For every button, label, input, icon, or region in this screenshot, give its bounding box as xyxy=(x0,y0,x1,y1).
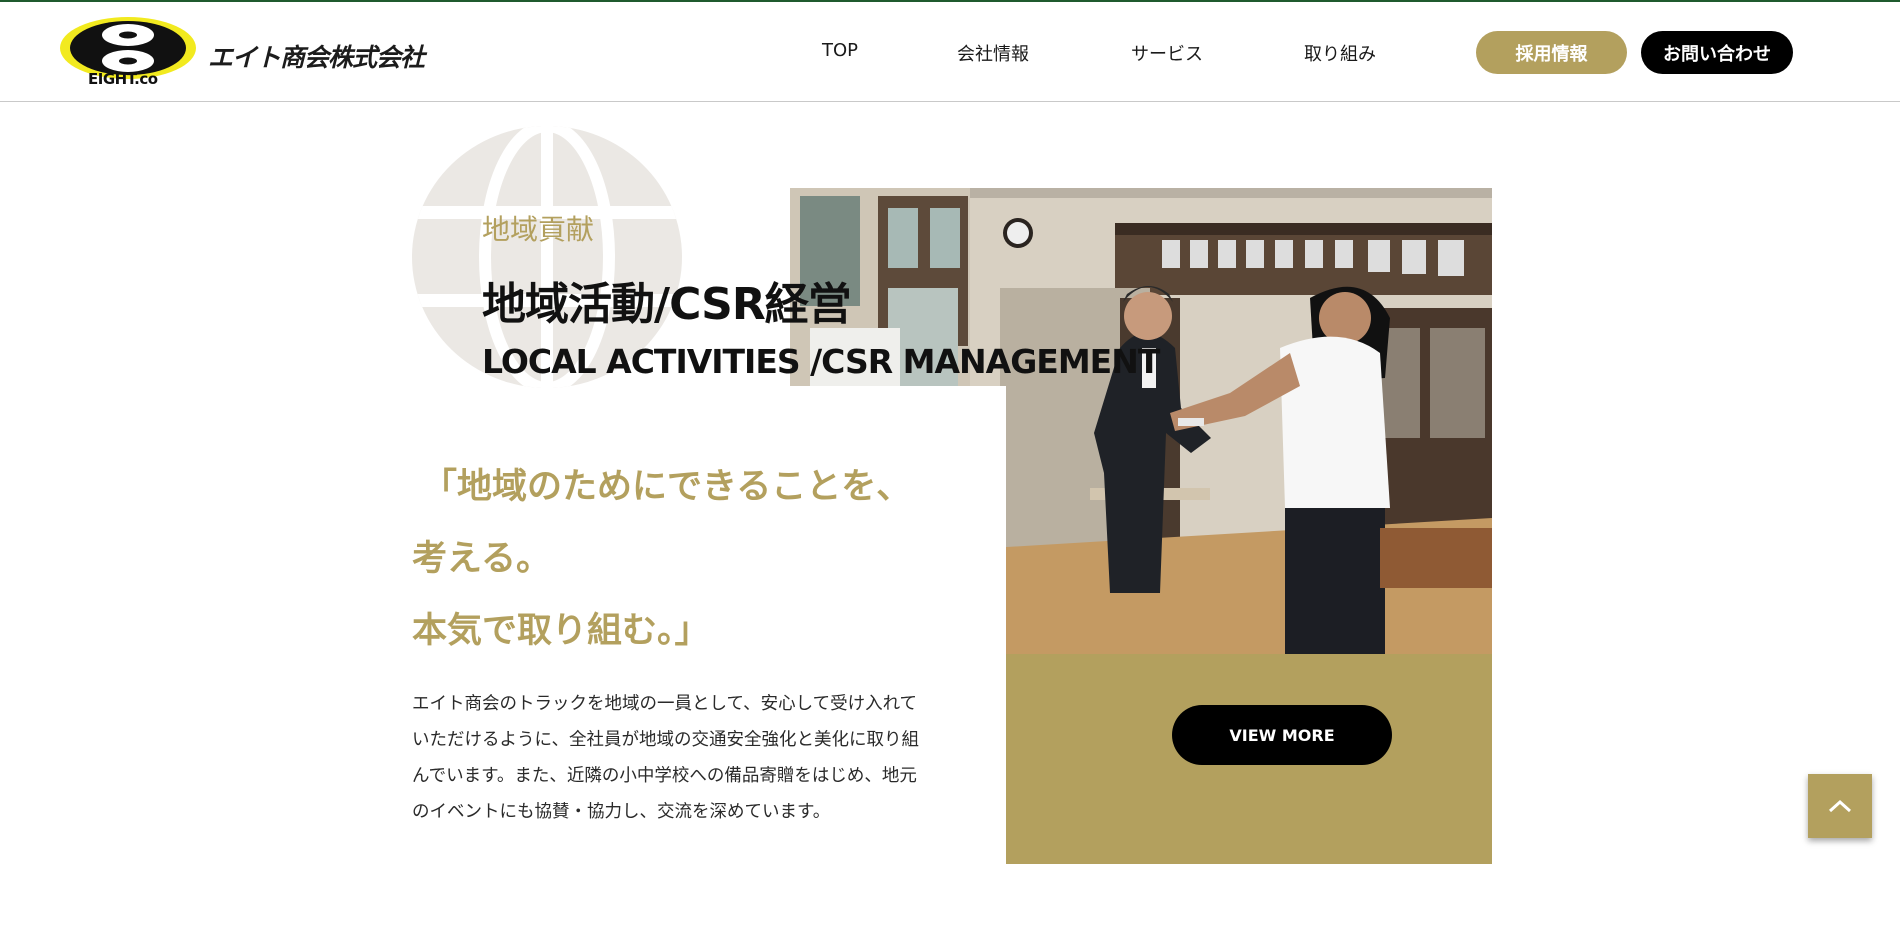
site-logo[interactable]: EIGHT.co エイト商会株式会社 xyxy=(60,10,480,90)
site-header: EIGHT.co エイト商会株式会社 TOP 会社情報 サービス 取り組み 採用… xyxy=(0,2,1900,102)
section-title-en: LOCAL ACTIVITIES /CSR MANAGEMENT xyxy=(482,342,1160,381)
section-title: 地域活動/CSR経営 xyxy=(482,279,852,330)
catchphrase-line: 本気で取り組む。」 xyxy=(412,611,710,651)
view-more-button[interactable]: VIEW MORE xyxy=(1172,705,1392,765)
section-body-text: エイト商会のトラックを地域の一員として、安心して受け入れていただけるように、全社… xyxy=(412,694,919,822)
nav-item-service[interactable]: サービス xyxy=(1131,40,1203,66)
nav-item-top[interactable]: TOP xyxy=(822,40,858,61)
catchphrase-line: 「地域のためにできることを、 xyxy=(422,467,912,507)
logo-company-name: エイト商会株式会社 xyxy=(208,43,425,72)
back-to-top-button[interactable] xyxy=(1808,774,1872,838)
nav-item-efforts[interactable]: 取り組み xyxy=(1304,40,1376,66)
photo-cutout xyxy=(790,386,1006,656)
chevron-up-icon xyxy=(1828,799,1852,813)
contact-button[interactable]: お問い合わせ xyxy=(1641,31,1793,74)
section-kicker: 地域貢献 xyxy=(482,213,595,246)
recruit-button[interactable]: 採用情報 xyxy=(1476,31,1627,74)
catchphrase-line: 考える。 xyxy=(412,539,551,579)
logo-subtext: EIGHT.co xyxy=(88,70,158,88)
nav-item-company[interactable]: 会社情報 xyxy=(957,40,1029,66)
